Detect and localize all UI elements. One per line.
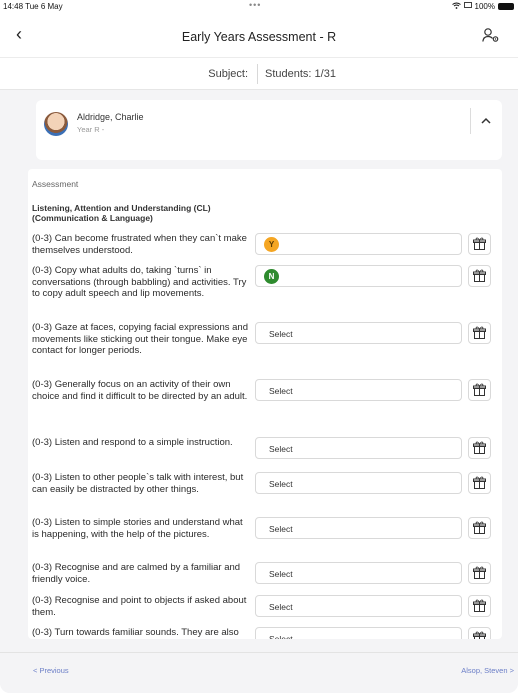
footer-nav: < Previous Alsop, Steven > xyxy=(0,652,518,693)
battery-percent: 100% xyxy=(474,2,495,11)
select-placeholder: Select xyxy=(269,602,293,612)
nav-bar: ‹ Early Years Assessment - R xyxy=(0,16,518,58)
status-bar: 14:48 Tue 6 May ••• 100% xyxy=(0,0,518,16)
criterion-text: (0-3) Recognise and are calmed by a fami… xyxy=(32,562,241,585)
status-time: 14:48 Tue 6 May xyxy=(3,2,63,11)
previous-student-link[interactable]: < Previous xyxy=(33,666,69,675)
select-placeholder: Select xyxy=(269,569,293,579)
judgement-select[interactable]: N xyxy=(255,265,462,287)
criterion-text: (0-3) Listen to other people`s talk with… xyxy=(32,472,244,495)
status-indicators: 100% xyxy=(451,2,514,11)
wifi-icon xyxy=(451,2,461,11)
evidence-gift-icon[interactable] xyxy=(468,233,491,255)
student-card: Aldridge, Charlie Year R - xyxy=(36,100,502,160)
select-placeholder: Select xyxy=(269,634,293,639)
evidence-gift-icon[interactable] xyxy=(468,595,491,617)
criterion-text: (0-3) Listen to simple stories and under… xyxy=(32,517,243,540)
evidence-gift-icon[interactable] xyxy=(468,472,491,494)
battery-icon xyxy=(498,3,514,10)
select-placeholder: Select xyxy=(269,524,293,534)
select-placeholder: Select xyxy=(269,479,293,489)
next-student-link[interactable]: Alsop, Steven > xyxy=(461,666,514,675)
judgement-select[interactable]: Select xyxy=(255,472,462,494)
subject-bar: Subject: Students: 1/31 xyxy=(0,58,518,90)
judgement-select[interactable]: Select xyxy=(255,562,462,584)
student-name: Aldridge, Charlie xyxy=(77,112,144,122)
criterion-text: (0-3) Generally focus on an activity of … xyxy=(32,379,248,402)
page-title: Early Years Assessment - R xyxy=(181,30,337,44)
evidence-gift-icon[interactable] xyxy=(468,437,491,459)
students-count[interactable]: Students: 1/31 xyxy=(265,68,336,80)
judgement-select[interactable]: Select xyxy=(255,517,462,539)
section-title-subline: (Communication & Language) xyxy=(32,213,153,223)
assessment-heading: Assessment xyxy=(32,179,79,189)
judgement-badge: Y xyxy=(264,237,279,252)
judgement-select[interactable]: Select xyxy=(255,322,462,344)
divider xyxy=(257,64,258,84)
select-placeholder: Select xyxy=(269,329,293,339)
student-year: Year R - xyxy=(77,125,105,134)
evidence-gift-icon[interactable] xyxy=(468,379,491,401)
judgement-select[interactable]: Select xyxy=(255,379,462,401)
select-placeholder: Select xyxy=(269,444,293,454)
judgement-badge: N xyxy=(264,269,279,284)
criterion-text: (0-3) Can become frustrated when they ca… xyxy=(32,233,247,256)
user-settings-icon[interactable] xyxy=(482,27,500,43)
criterion-text: (0-3) Gaze at faces, copying facial expr… xyxy=(32,322,248,356)
assessment-panel: Assessment Listening, Attention and Unde… xyxy=(28,169,502,639)
select-placeholder: Select xyxy=(269,386,293,396)
criterion-text: (0-3) Recognise and point to objects if … xyxy=(32,595,247,618)
evidence-gift-icon[interactable] xyxy=(468,322,491,344)
chevron-up-icon[interactable] xyxy=(481,113,491,127)
judgement-select[interactable]: Y xyxy=(255,233,462,255)
evidence-gift-icon[interactable] xyxy=(468,627,491,639)
multitask-dots-icon[interactable]: ••• xyxy=(249,0,261,10)
criterion-text: (0-3) Turn towards familiar sounds. They… xyxy=(32,627,239,639)
divider xyxy=(470,108,471,134)
section-title-line: Listening, Attention and Understanding (… xyxy=(32,203,211,213)
judgement-select[interactable]: Select xyxy=(255,627,462,639)
judgement-select[interactable]: Select xyxy=(255,437,462,459)
judgement-select[interactable]: Select xyxy=(255,595,462,617)
app-frame: 14:48 Tue 6 May ••• 100% ‹ Early Years A… xyxy=(0,0,518,693)
criterion-text: (0-3) Copy what adults do, taking `turns… xyxy=(32,265,247,299)
section-title: Listening, Attention and Understanding (… xyxy=(32,203,272,223)
screen-icon xyxy=(463,2,472,11)
subject-selector[interactable]: Subject: xyxy=(0,68,248,80)
evidence-gift-icon[interactable] xyxy=(468,265,491,287)
student-avatar xyxy=(44,112,68,136)
evidence-gift-icon[interactable] xyxy=(468,517,491,539)
criterion-text: (0-3) Listen and respond to a simple ins… xyxy=(32,437,233,448)
evidence-gift-icon[interactable] xyxy=(468,562,491,584)
